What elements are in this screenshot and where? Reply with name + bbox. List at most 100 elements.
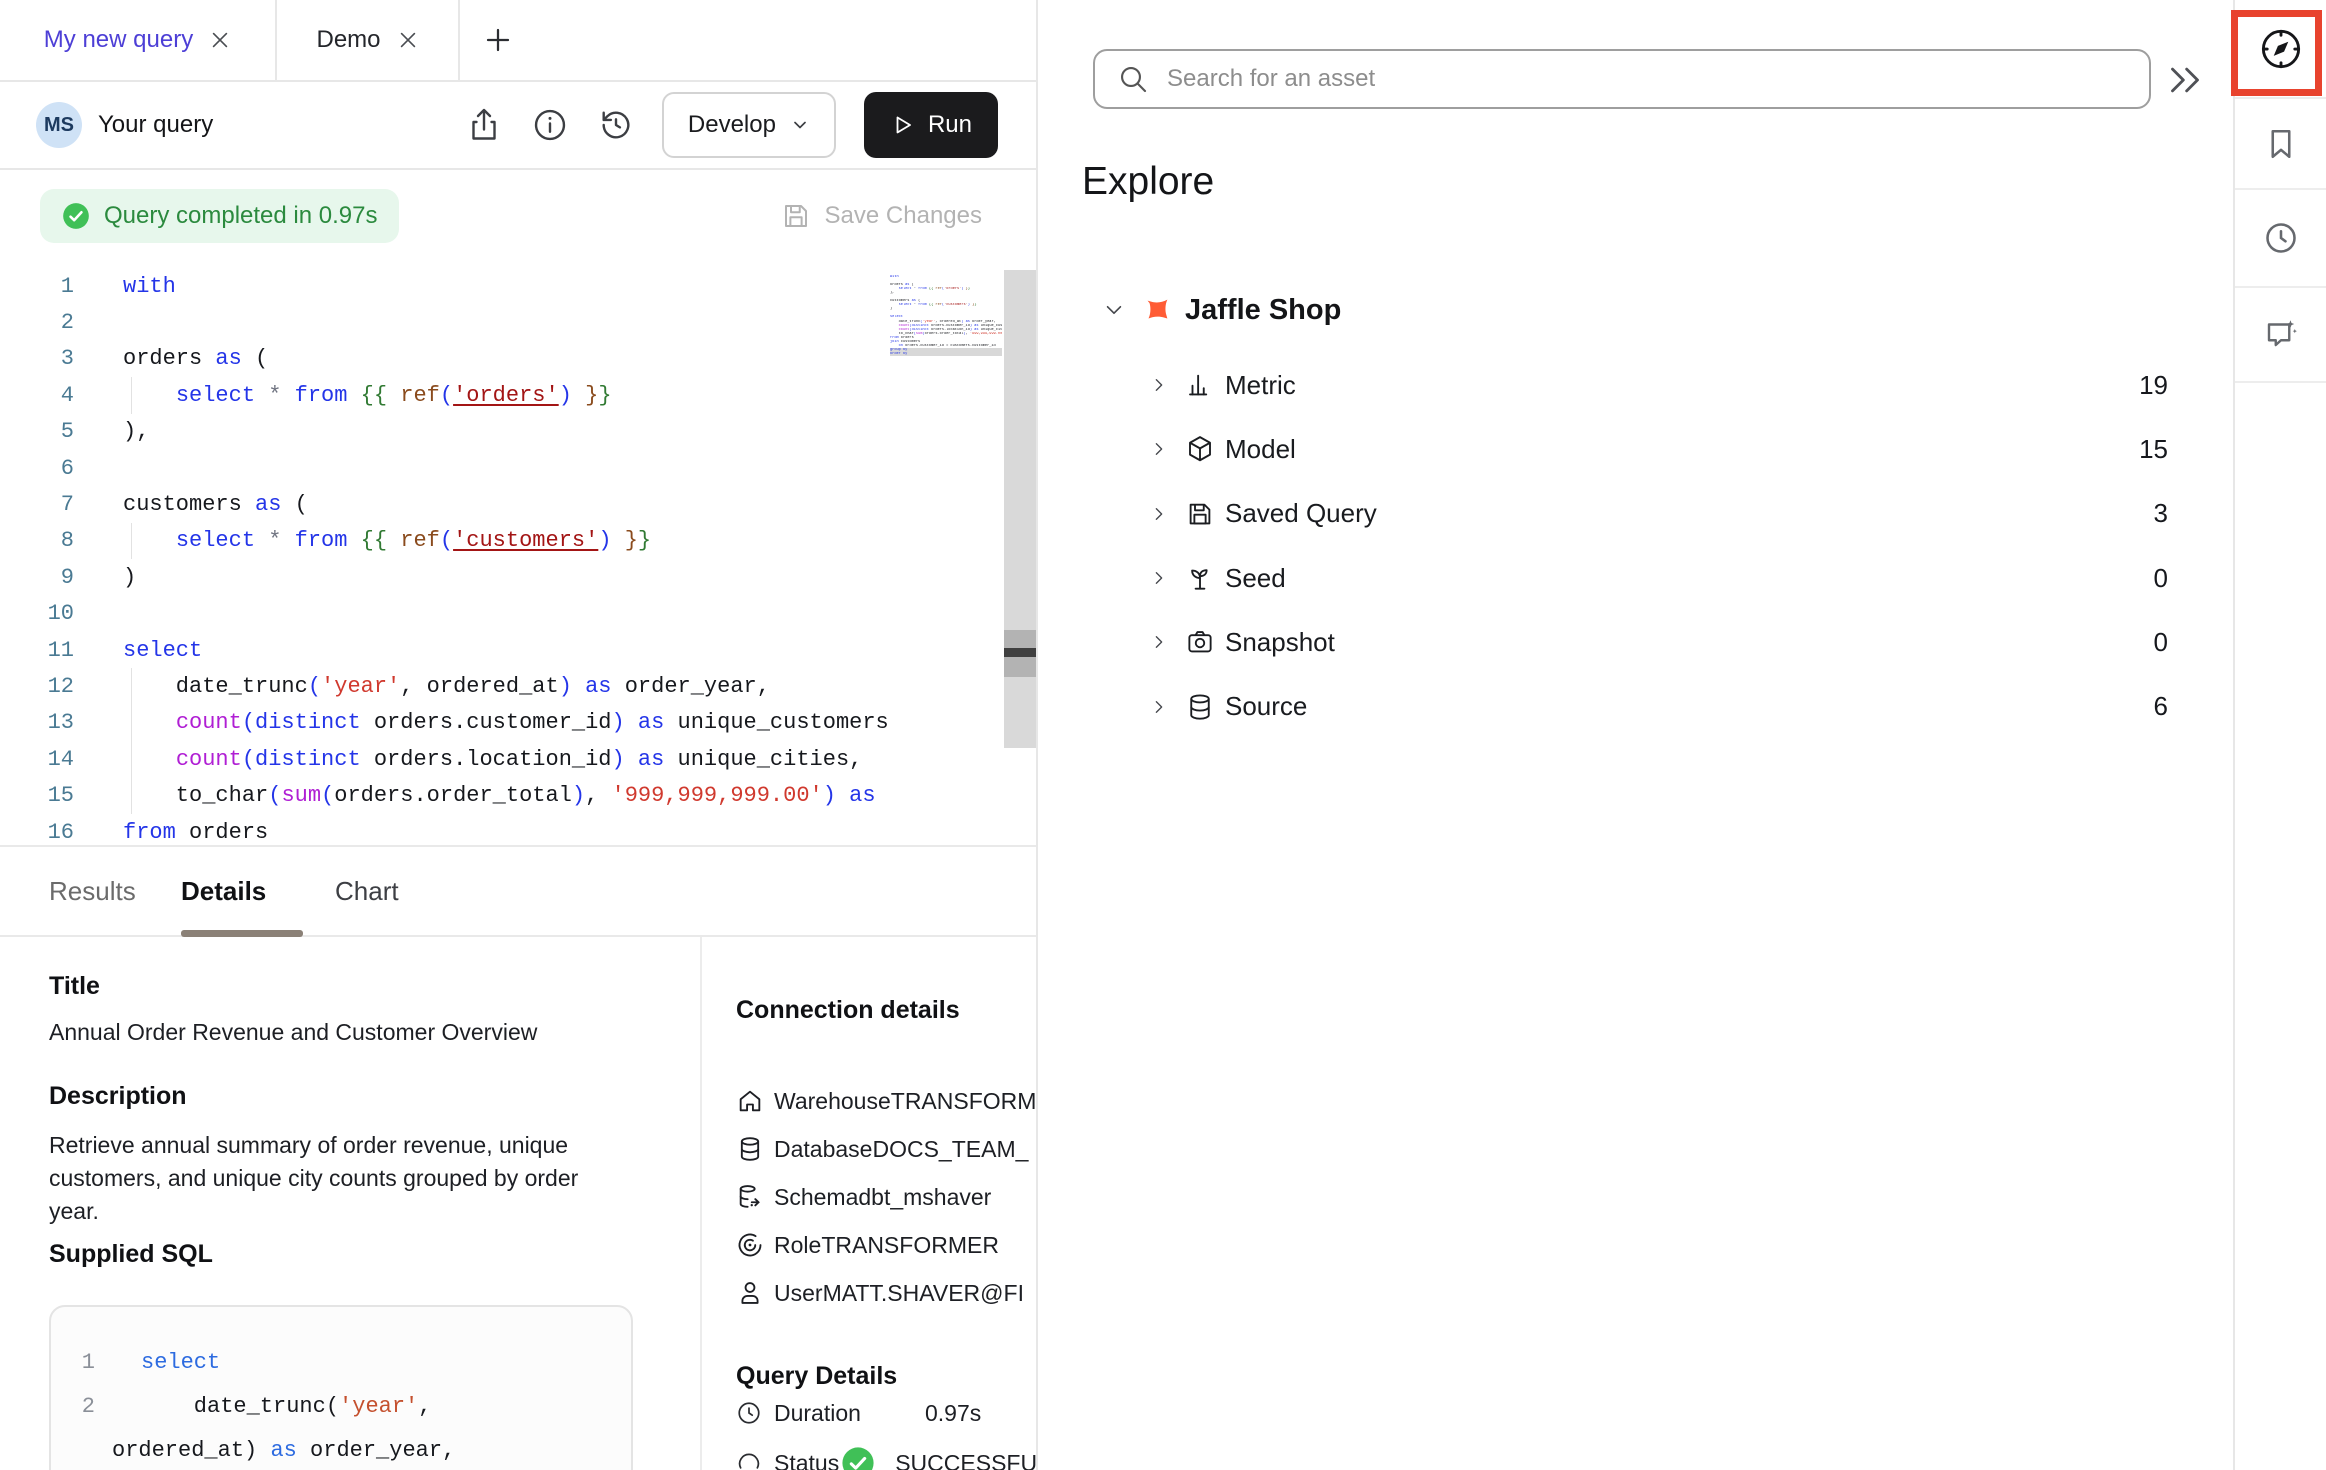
- chevron-right-icon[interactable]: [1150, 569, 1168, 587]
- query-header: MS Your query Develop Run: [0, 82, 1036, 170]
- tree-items: Metric 19 Model 15 Saved Query 3: [1038, 353, 2178, 739]
- clock-icon: [736, 1400, 762, 1426]
- save-label: Save Changes: [825, 202, 982, 230]
- metric-icon: [1185, 370, 1215, 400]
- tree-row-saved-query[interactable]: Saved Query 3: [1038, 482, 2178, 546]
- status-row: Query completed in 0.97s Save Changes: [0, 170, 1036, 262]
- editor-panel: My new query Demo MS Your query Develop: [0, 0, 1038, 1470]
- count-badge: 19: [2139, 370, 2168, 401]
- right-toolbar: [2233, 0, 2326, 1470]
- count-badge: 3: [2154, 498, 2168, 529]
- chevron-right-icon[interactable]: [1150, 376, 1168, 394]
- explore-panel: Explore Jaffle Shop Metric 19 Model: [1038, 0, 2233, 1470]
- tab-chart[interactable]: Chart: [335, 847, 399, 935]
- connection-row-user: UserMATT.SHAVER@FI: [736, 1269, 1036, 1317]
- project-row-jaffle-shop[interactable]: Jaffle Shop: [1038, 285, 2178, 335]
- details-right-column: Connection details WarehouseTRANSFORM Da…: [736, 937, 1036, 1470]
- sql-code[interactable]: 1with2 3orders as (4 select * from {{ re…: [0, 268, 888, 845]
- tree-row-source[interactable]: Source 6: [1038, 675, 2178, 739]
- tab-results[interactable]: Results: [49, 847, 136, 935]
- count-badge: 6: [2154, 691, 2168, 722]
- schema-icon: [736, 1183, 764, 1211]
- status-detail-row: Status SUCCESSFUL: [736, 1443, 1036, 1470]
- search-input[interactable]: [1167, 65, 2067, 93]
- column-divider: [700, 937, 702, 1470]
- success-check-icon: [841, 1446, 875, 1470]
- bookmarks-nav-button[interactable]: [2235, 99, 2326, 190]
- explore-tree: Jaffle Shop Metric 19 Model 15: [1038, 285, 2178, 739]
- count-badge: 0: [2154, 563, 2168, 594]
- tab-label: Demo: [316, 26, 380, 54]
- status-value: SUCCESSFUL: [895, 1450, 1036, 1470]
- double-chevron-right-icon[interactable]: [2165, 60, 2205, 100]
- connection-row-role: RoleTRANSFORMER: [736, 1221, 1036, 1269]
- status-message: Query completed in 0.97s: [104, 202, 377, 230]
- explore-nav-button[interactable]: [2235, 0, 2326, 99]
- description-value: Retrieve annual summary of order revenue…: [49, 1129, 634, 1228]
- snapshot-icon: [1185, 627, 1215, 657]
- app-window: My new query Demo MS Your query Develop: [0, 0, 2326, 1470]
- avatar: MS: [36, 102, 82, 148]
- check-circle-icon: [62, 202, 90, 230]
- chevron-right-icon[interactable]: [1150, 440, 1168, 458]
- active-tab-underline: [181, 930, 303, 937]
- connection-row-schema: Schemadbt_mshaver: [736, 1173, 1036, 1221]
- seed-icon: [1185, 563, 1215, 593]
- bookmark-icon: [2263, 126, 2299, 162]
- description-heading: Description: [49, 1082, 187, 1111]
- info-icon[interactable]: [532, 107, 568, 143]
- tree-row-snapshot[interactable]: Snapshot 0: [1038, 610, 2178, 674]
- query-details-heading: Query Details: [736, 1362, 897, 1391]
- status-arc-icon: [736, 1450, 762, 1470]
- query-status-pill: Query completed in 0.97s: [40, 189, 399, 243]
- save-changes-button[interactable]: Save Changes: [781, 201, 982, 231]
- tab-my-new-query[interactable]: My new query: [0, 0, 277, 80]
- search-icon: [1117, 63, 1149, 95]
- connection-row-warehouse: WarehouseTRANSFORM: [736, 1077, 1036, 1125]
- warehouse-icon: [736, 1087, 764, 1115]
- database-icon: [736, 1135, 764, 1163]
- tree-row-metric[interactable]: Metric 19: [1038, 353, 2178, 417]
- query-title: Your query: [98, 111, 213, 139]
- share-icon[interactable]: [466, 107, 502, 143]
- connection-details-heading: Connection details: [736, 990, 976, 1030]
- asset-search[interactable]: [1093, 49, 2151, 109]
- tree-row-model[interactable]: Model 15: [1038, 417, 2178, 481]
- chevron-right-icon[interactable]: [1150, 505, 1168, 523]
- ai-assistant-nav-button[interactable]: [2235, 288, 2326, 383]
- chevron-right-icon[interactable]: [1150, 633, 1168, 651]
- editor-minimap[interactable]: with orders as ( select * from {{ ref('o…: [890, 275, 1002, 361]
- chevron-right-icon[interactable]: [1150, 698, 1168, 716]
- tab-details[interactable]: Details: [181, 847, 266, 935]
- project-name: Jaffle Shop: [1185, 294, 1341, 327]
- details-panel: Title Annual Order Revenue and Customer …: [0, 937, 1036, 1470]
- close-icon[interactable]: [397, 29, 419, 51]
- result-tab-bar: Results Details Chart: [0, 845, 1036, 937]
- role-icon: [736, 1231, 764, 1259]
- count-badge: 0: [2154, 627, 2168, 658]
- history-icon[interactable]: [598, 107, 634, 143]
- tree-row-seed[interactable]: Seed 0: [1038, 546, 2178, 610]
- sql-editor[interactable]: 1with2 3orders as (4 select * from {{ re…: [0, 262, 1036, 845]
- chevron-down-icon[interactable]: [1103, 299, 1125, 321]
- develop-dropdown[interactable]: Develop: [662, 92, 836, 158]
- close-icon[interactable]: [209, 29, 231, 51]
- develop-label: Develop: [688, 111, 776, 139]
- duration-row: Duration 0.97s: [736, 1393, 1036, 1433]
- supplied-sql-code: 1select2 date_trunc('year',ordered_at) a…: [49, 1305, 633, 1470]
- model-icon: [1185, 434, 1215, 464]
- tab-demo[interactable]: Demo: [277, 0, 460, 80]
- compass-icon: [2258, 26, 2304, 72]
- chat-sparkle-icon: [2263, 317, 2299, 353]
- history-nav-button[interactable]: [2235, 190, 2326, 288]
- explore-heading: Explore: [1082, 160, 1214, 204]
- pane-resize-handle[interactable]: [1004, 648, 1036, 657]
- chevron-down-icon: [790, 115, 810, 135]
- duration-value: 0.97s: [925, 1400, 981, 1427]
- run-button[interactable]: Run: [864, 92, 998, 158]
- clock-icon: [2263, 220, 2299, 256]
- connection-row-database: DatabaseDOCS_TEAM_: [736, 1125, 1036, 1173]
- plus-icon: [483, 25, 513, 55]
- new-tab-button[interactable]: [468, 0, 528, 80]
- user-icon: [736, 1279, 764, 1307]
